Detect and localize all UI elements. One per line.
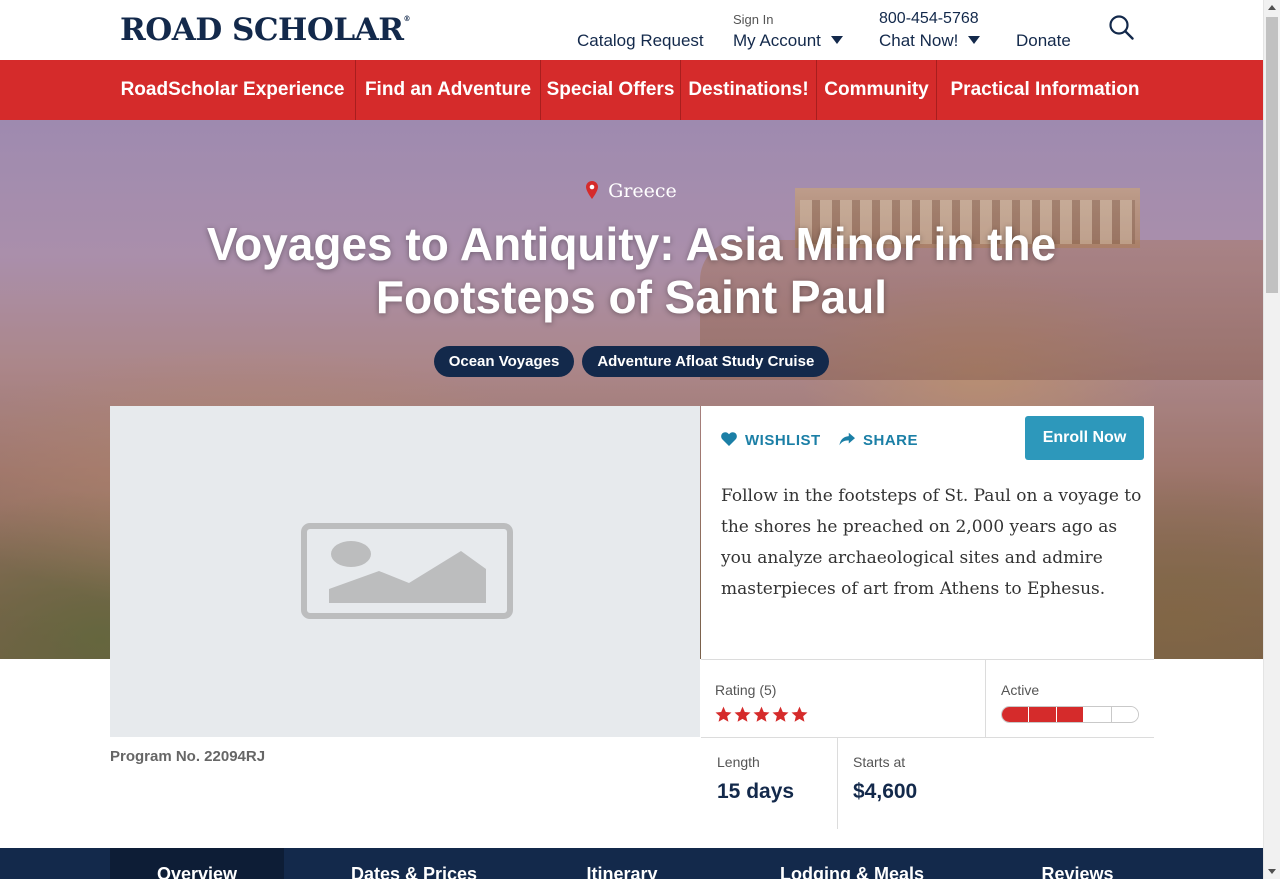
price-cell: Starts at $4,600 — [838, 737, 1154, 829]
logo-text: ROAD SCHOLAR — [120, 12, 404, 48]
donate-link[interactable]: Donate — [1016, 31, 1071, 51]
activity-segment — [1084, 707, 1112, 722]
tab-overview[interactable]: Overview — [110, 848, 284, 879]
main-navigation: RoadScholar Experience Find an Adventure… — [0, 60, 1263, 120]
nav-practical-information[interactable]: Practical Information — [937, 60, 1153, 120]
length-value: 15 days — [717, 780, 795, 803]
star-icon — [772, 706, 789, 722]
chat-now-menu[interactable]: Chat Now! — [879, 31, 981, 51]
tag-ocean-voyages[interactable]: Ocean Voyages — [433, 346, 575, 377]
activity-level-meter — [1001, 706, 1139, 723]
star-icon — [715, 706, 732, 722]
location-label: Greece — [0, 180, 1263, 202]
share-label: SHARE — [863, 432, 919, 449]
chevron-down-icon — [968, 36, 981, 44]
heart-icon — [721, 432, 737, 446]
share-arrow-icon — [839, 432, 855, 446]
tab-lodging-meals[interactable]: Lodging & Meals — [752, 848, 952, 879]
activity-cell: Active — [986, 659, 1154, 737]
page-scrollbar[interactable] — [1263, 0, 1280, 879]
tab-dates-prices[interactable]: Dates & Prices — [324, 848, 504, 879]
page-title: Voyages to Antiquity: Asia Minor in the … — [206, 218, 1057, 323]
price-value: $4,600 — [853, 780, 918, 803]
star-icon — [753, 706, 770, 722]
search-icon[interactable] — [1108, 14, 1134, 40]
nav-community[interactable]: Community — [817, 60, 936, 120]
share-button[interactable]: SHARE — [839, 432, 918, 449]
nav-destinations[interactable]: Destinations! — [681, 60, 816, 120]
activity-segment — [1111, 707, 1138, 722]
chevron-down-icon — [830, 36, 843, 44]
tag-adventure-afloat[interactable]: Adventure Afloat Study Cruise — [582, 346, 830, 377]
sign-in-link[interactable]: Sign In — [733, 12, 773, 27]
phone-number[interactable]: 800-454-5768 — [879, 10, 979, 28]
activity-segment — [1002, 707, 1030, 722]
activity-segment — [1056, 707, 1085, 722]
nav-find-an-adventure[interactable]: Find an Adventure — [356, 60, 540, 120]
scrollbar-thumb[interactable] — [1266, 17, 1278, 293]
program-tabs: Overview Dates & Prices Itinerary Lodgin… — [0, 848, 1263, 879]
length-label: Length — [717, 754, 760, 770]
tab-reviews[interactable]: Reviews — [1000, 848, 1155, 879]
program-number: Program No. 22094RJ — [110, 748, 266, 765]
rating-stars — [715, 706, 810, 723]
scroll-down-arrow-icon[interactable] — [1268, 869, 1276, 874]
image-placeholder-icon — [301, 523, 513, 619]
map-pin-icon — [586, 181, 599, 199]
rating-label: Rating (5) — [715, 682, 777, 698]
program-description: Follow in the footsteps of St. Paul on a… — [721, 486, 1142, 599]
top-header: ROAD SCHOLAR® Catalog Request Sign In My… — [0, 0, 1263, 60]
chat-now-label: Chat Now! — [879, 31, 959, 50]
rating-cell: Rating (5) — [701, 659, 986, 737]
registered-mark: ® — [403, 14, 410, 23]
program-image[interactable] — [110, 406, 700, 737]
star-icon — [791, 706, 808, 722]
tab-itinerary[interactable]: Itinerary — [542, 848, 702, 879]
nav-special-offers[interactable]: Special Offers — [541, 60, 680, 120]
activity-segment — [1029, 707, 1057, 722]
location-text: Greece — [608, 180, 677, 202]
wishlist-button[interactable]: WISHLIST — [721, 432, 821, 449]
wishlist-label: WISHLIST — [745, 432, 821, 449]
my-account-menu[interactable]: My Account — [733, 31, 843, 51]
scroll-up-arrow-icon[interactable] — [1268, 5, 1276, 10]
road-scholar-logo[interactable]: ROAD SCHOLAR® — [120, 12, 410, 48]
nav-roadscholar-experience[interactable]: RoadScholar Experience — [110, 60, 355, 120]
catalog-request-link[interactable]: Catalog Request — [577, 31, 704, 51]
program-stats: Rating (5) Active Length 15 days Starts … — [701, 659, 1154, 829]
price-label: Starts at — [853, 754, 906, 770]
enroll-now-button[interactable]: Enroll Now — [1025, 416, 1144, 460]
star-icon — [734, 706, 751, 722]
activity-label: Active — [1001, 682, 1040, 698]
program-info-panel: WISHLIST SHARE Enroll Now Follow in the … — [701, 406, 1154, 659]
length-cell: Length 15 days — [701, 737, 838, 829]
my-account-label: My Account — [733, 31, 821, 50]
program-tags: Ocean Voyages Adventure Afloat Study Cru… — [0, 346, 1263, 377]
